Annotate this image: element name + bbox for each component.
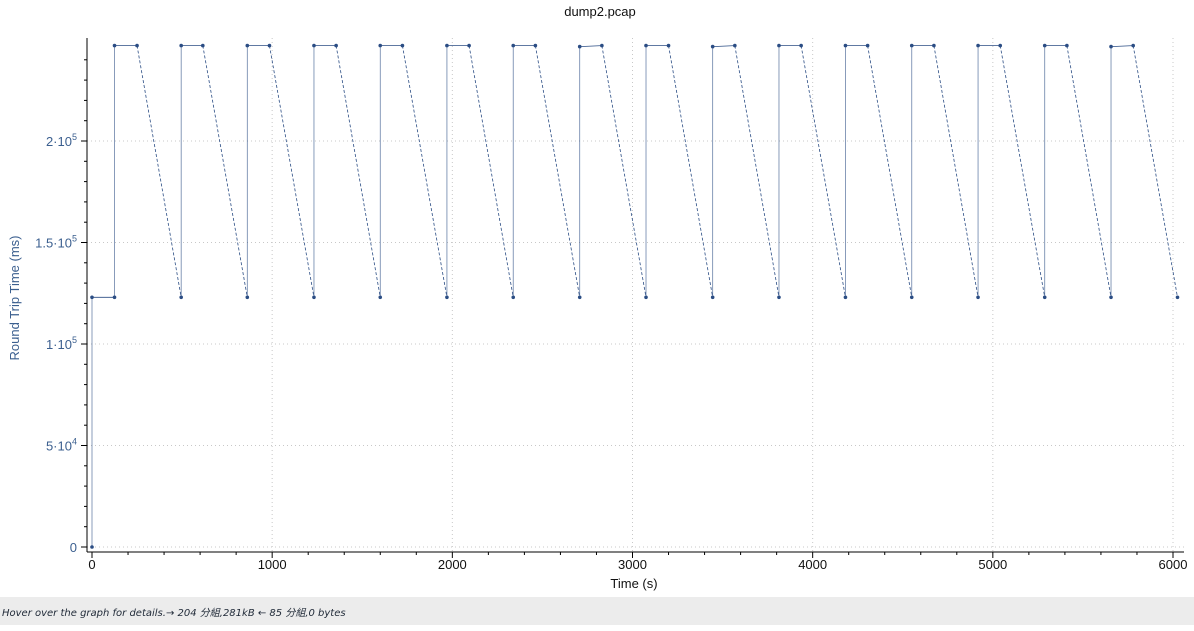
chart-title: dump2.pcap [564, 4, 636, 19]
series-decline-segment [800, 45, 846, 298]
series-decline-segment [601, 45, 647, 298]
data-point[interactable] [799, 43, 803, 48]
series-decline-segment [534, 45, 581, 298]
series-decline-segment [668, 45, 714, 298]
data-point[interactable] [998, 43, 1003, 48]
data-point[interactable] [976, 43, 980, 48]
series-decline-segment [335, 45, 381, 298]
series-decline-segment [734, 45, 780, 298]
y-tick-label: 5·104 [46, 437, 77, 454]
data-point[interactable] [1065, 43, 1069, 48]
y-tick-label: 1·105 [46, 335, 77, 352]
data-point[interactable] [378, 43, 383, 48]
data-point[interactable] [112, 295, 117, 300]
data-point[interactable] [312, 43, 316, 48]
x-tick-label: 5000 [978, 557, 1007, 572]
series-decline-segment [999, 45, 1046, 298]
y-tick-label: 2·105 [46, 132, 77, 149]
data-point[interactable] [1175, 295, 1180, 300]
data-point[interactable] [777, 43, 781, 48]
x-tick-label: 3000 [618, 557, 647, 572]
data-point[interactable] [511, 295, 516, 300]
data-point[interactable] [400, 43, 405, 48]
series-decline-segment [867, 45, 913, 298]
series-decline-segment [468, 45, 514, 298]
series-decline-segment [402, 45, 448, 298]
data-point[interactable] [644, 295, 648, 300]
y-axis-label: Round Trip Time (ms) [7, 236, 22, 361]
x-tick-label: 4000 [798, 557, 827, 572]
axes [86, 38, 1184, 553]
data-point[interactable] [511, 43, 516, 48]
data-point[interactable] [245, 295, 250, 300]
data-point[interactable] [733, 43, 737, 48]
series-segment [712, 45, 735, 48]
series-decline-segment [202, 45, 248, 298]
data-point[interactable] [1042, 295, 1047, 300]
data-point[interactable] [201, 43, 205, 48]
x-tick-label: 1000 [258, 557, 287, 572]
data-point[interactable] [865, 43, 870, 48]
data-point[interactable] [135, 43, 139, 48]
y-tick-label: 1.5·105 [35, 234, 77, 251]
series-segment [1111, 45, 1134, 48]
data-point[interactable] [909, 295, 914, 300]
y-tick-label: 0 [70, 540, 77, 555]
data-point[interactable] [179, 295, 183, 300]
data-point[interactable] [90, 545, 94, 549]
data-point[interactable] [843, 43, 848, 48]
data-point[interactable] [577, 295, 582, 300]
data-point[interactable] [1109, 295, 1113, 300]
data-point[interactable] [666, 43, 671, 48]
data-point[interactable] [577, 44, 582, 49]
data-point[interactable] [644, 43, 648, 48]
data-point[interactable] [600, 43, 604, 48]
data-point[interactable] [467, 43, 471, 48]
series-decline-segment [1132, 45, 1178, 298]
data-point[interactable] [112, 43, 117, 48]
data-point[interactable] [932, 43, 936, 48]
data-point[interactable] [334, 43, 338, 48]
data-point[interactable] [445, 43, 449, 48]
data-point[interactable] [777, 295, 781, 300]
x-tick-label: 2000 [438, 557, 467, 572]
grid-lines [87, 38, 1184, 552]
series-decline-segment [933, 45, 979, 298]
data-point[interactable] [909, 43, 914, 48]
data-point[interactable] [843, 295, 848, 300]
data-point[interactable] [179, 43, 183, 48]
data-point[interactable] [710, 295, 715, 300]
data-point[interactable] [533, 43, 538, 48]
data-point[interactable] [445, 295, 449, 300]
data-point[interactable] [1131, 43, 1135, 48]
data-point[interactable] [312, 295, 316, 300]
data-point[interactable] [90, 295, 94, 300]
series-decline-segment [136, 45, 182, 298]
x-tick-label: 6000 [1159, 557, 1188, 572]
rtt-chart[interactable]: dump2.pcap 0 1000 2000 3000 4000 5000 6000 0 5·1… [0, 0, 1194, 597]
series-segment [579, 45, 602, 48]
series-rtt[interactable] [90, 43, 1180, 549]
data-point[interactable] [1042, 43, 1047, 48]
status-text: Hover over the graph for details.→ 204 分… [2, 608, 346, 619]
data-point[interactable] [710, 44, 715, 49]
x-axis-label: Time (s) [610, 576, 657, 591]
data-point[interactable] [1109, 44, 1113, 49]
data-point[interactable] [267, 43, 272, 48]
series-decline-segment [269, 45, 315, 298]
data-point[interactable] [245, 43, 250, 48]
series-decline-segment [1066, 45, 1112, 298]
x-tick-label: 0 [88, 557, 95, 572]
status-bar: Hover over the graph for details.→ 204 分… [0, 597, 1194, 625]
data-point[interactable] [976, 295, 980, 300]
tick-labels: 0 1000 2000 3000 4000 5000 6000 0 5·104 1·105 1.5·… [35, 59, 1188, 572]
data-point[interactable] [378, 295, 383, 300]
